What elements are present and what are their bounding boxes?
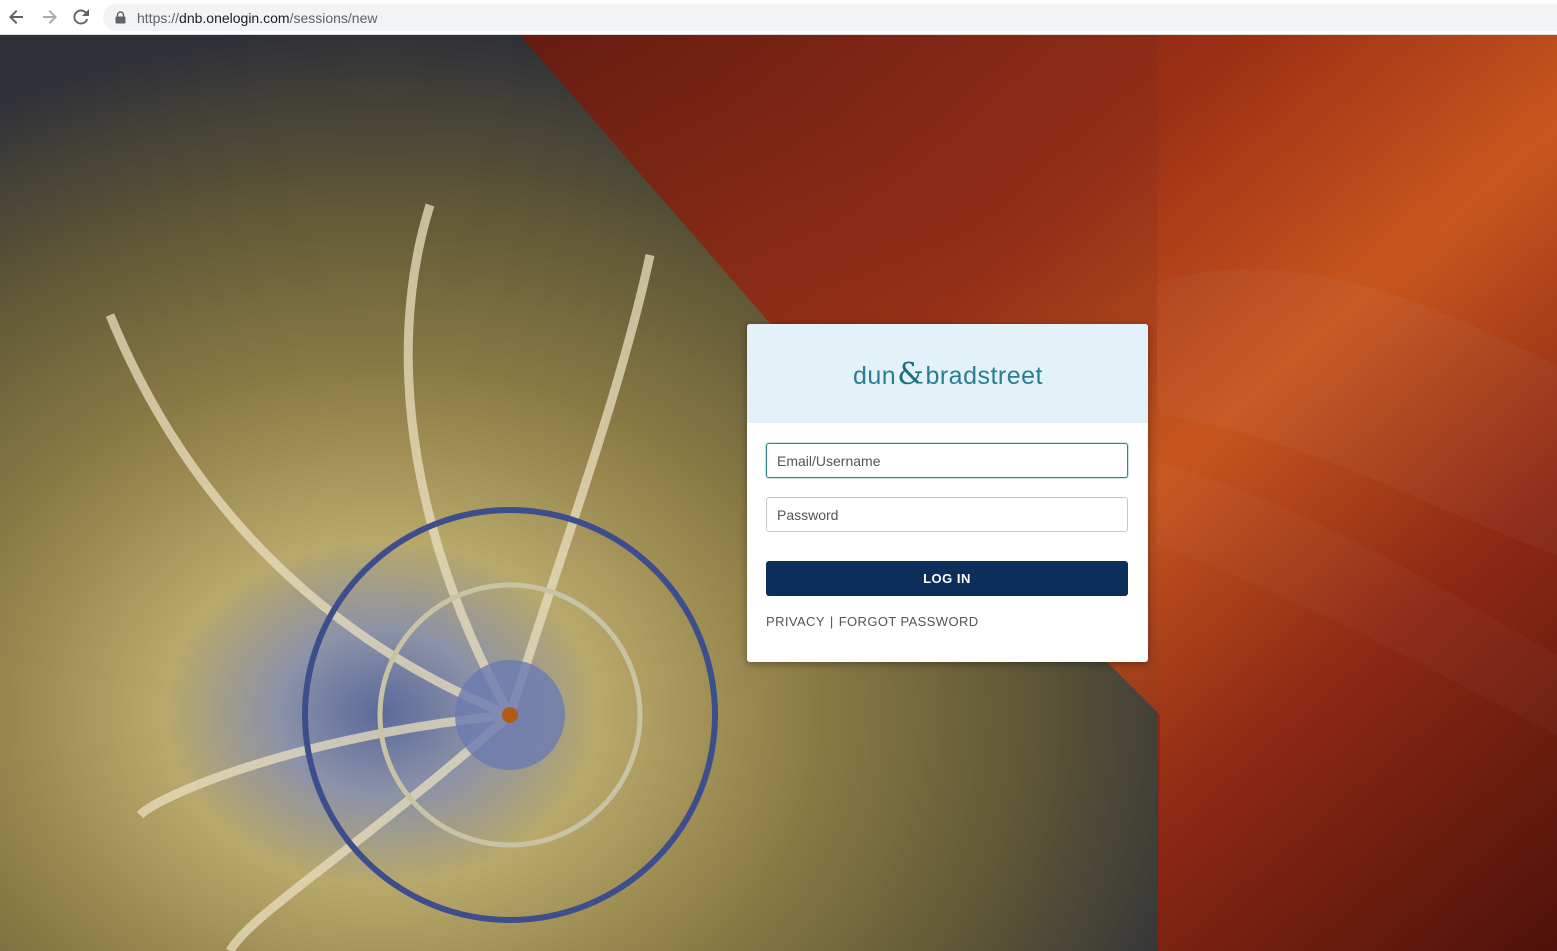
url-path: /sessions/new xyxy=(289,9,378,26)
url-host: dnb.onelogin.com xyxy=(179,9,290,26)
link-separator: | xyxy=(829,614,834,629)
reload-icon[interactable] xyxy=(69,5,93,29)
login-card: dun & bradstreet LOG IN PRIVACY | FORGOT P… xyxy=(747,324,1148,662)
forgot-password-link[interactable]: FORGOT PASSWORD xyxy=(839,614,979,629)
lock-icon xyxy=(115,11,127,25)
address-bar[interactable]: https://dnb.onelogin.com/sessions/new xyxy=(103,4,1557,31)
login-button[interactable]: LOG IN xyxy=(766,561,1128,596)
card-header: dun & bradstreet xyxy=(747,324,1148,423)
browser-toolbar: https://dnb.onelogin.com/sessions/new xyxy=(0,0,1557,35)
password-field[interactable] xyxy=(766,497,1128,532)
logo-text-left: dun xyxy=(853,362,897,390)
dnb-logo: dun & bradstreet xyxy=(853,357,1043,392)
url-scheme: https:// xyxy=(137,9,180,26)
forward-icon[interactable] xyxy=(37,5,61,29)
email-field[interactable] xyxy=(766,443,1128,478)
privacy-link[interactable]: PRIVACY xyxy=(766,614,825,629)
logo-text-right: bradstreet xyxy=(925,362,1043,390)
url-text: https://dnb.onelogin.com/sessions/new xyxy=(137,10,378,26)
back-icon[interactable] xyxy=(5,5,29,29)
footer-links: PRIVACY | FORGOT PASSWORD xyxy=(766,614,979,629)
logo-ampersand: & xyxy=(897,357,925,392)
